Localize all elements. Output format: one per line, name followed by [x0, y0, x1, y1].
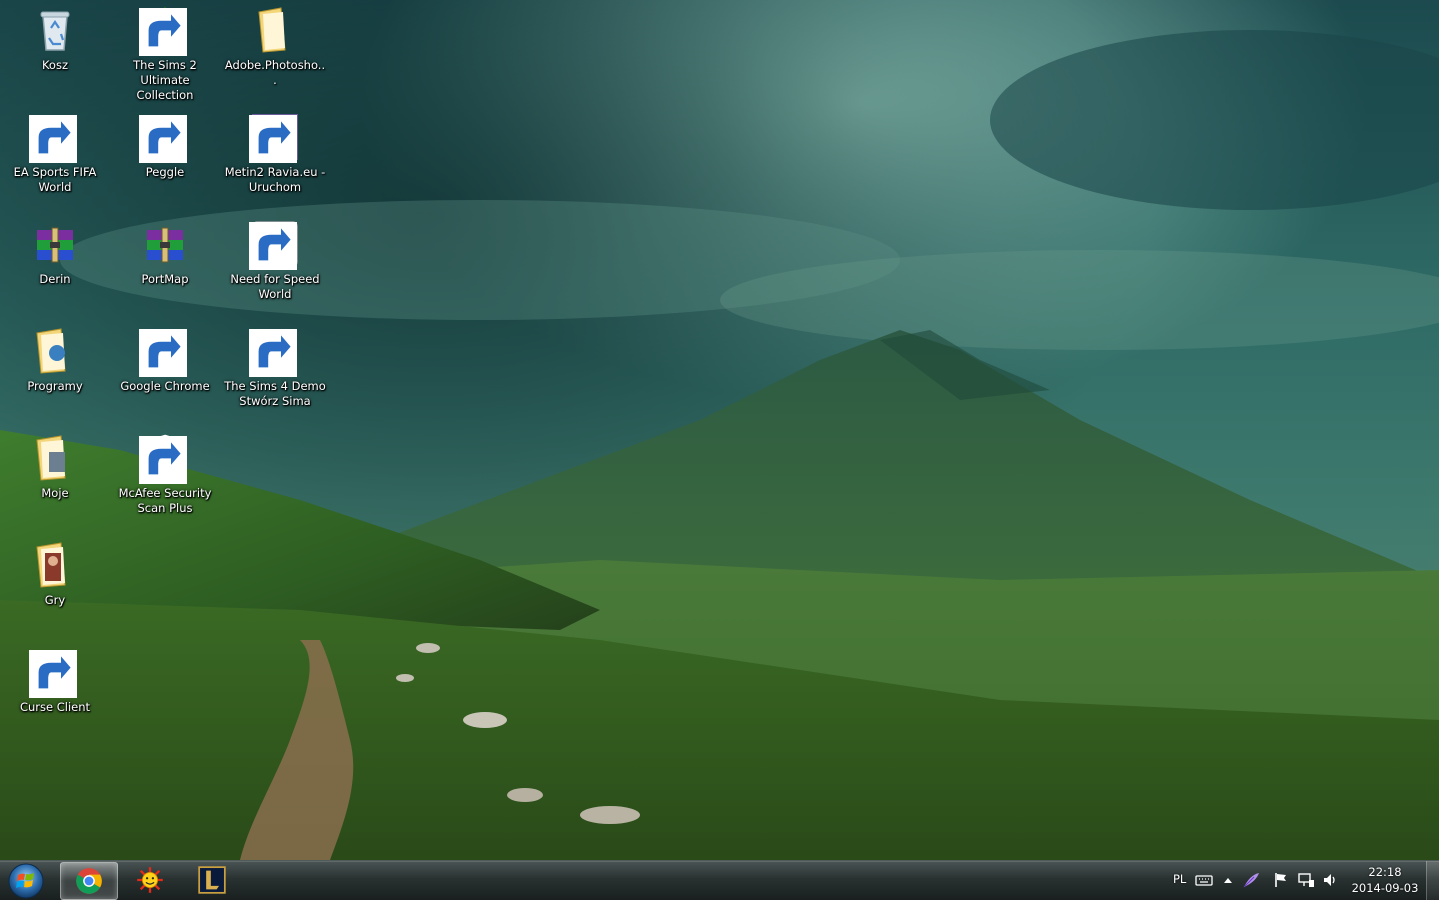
show-hidden-icons-arrow-icon[interactable]: [1219, 871, 1237, 889]
action-center-flag-icon[interactable]: [1272, 871, 1290, 889]
chrome-icon: [76, 868, 102, 894]
shortcut-arrow-icon: [29, 115, 77, 163]
desktop-icon-sims4-demo[interactable]: The Sims 4 Demo Stwórz Sima: [222, 323, 328, 427]
sims2-plumbob-icon: [139, 6, 189, 56]
desktop-icon-label: Curse Client: [19, 700, 91, 714]
winrar-archive-icon: [31, 220, 79, 268]
desktop-icon-derin[interactable]: Derin: [2, 216, 108, 320]
shortcut-arrow-icon: [29, 650, 77, 698]
recycle-bin-icon: [31, 6, 79, 54]
taskbar-league-of-legends-button[interactable]: [184, 862, 240, 898]
shortcut-arrow-icon: [139, 8, 187, 56]
desktop[interactable]: Kosz FW EA Sports FIFA World Derin Progr…: [0, 0, 1439, 860]
desktop-icon-peggle[interactable]: Peggle: [112, 109, 218, 213]
nfs-world-icon: [249, 220, 299, 270]
shortcut-arrow-icon: [139, 329, 187, 377]
desktop-icon-kosz[interactable]: Kosz: [2, 2, 108, 106]
folder-icon: [31, 327, 79, 375]
desktop-icon-gry[interactable]: Gry: [2, 537, 108, 641]
desktop-icon-label: Derin: [39, 272, 71, 286]
desktop-icon-curse-client[interactable]: Curse Client: [2, 644, 108, 748]
peggle-icon: [139, 113, 189, 163]
desktop-icon-adobe-photoshop[interactable]: Adobe.Photosho...: [222, 2, 328, 106]
desktop-icon-nfs-world[interactable]: Need for Speed World: [222, 216, 328, 320]
keyboard-icon[interactable]: [1195, 871, 1213, 889]
desktop-icon-label: The Sims 2 Ultimate Collection: [133, 58, 197, 102]
shortcut-arrow-icon: [249, 329, 297, 377]
desktop-icon-label: Adobe.Photosho...: [224, 58, 326, 87]
desktop-icon-label: EA Sports FIFA World: [13, 165, 97, 194]
desktop-icon-fifa-world[interactable]: FW EA Sports FIFA World: [2, 109, 108, 213]
mcafee-icon: M: [139, 434, 189, 484]
shortcut-arrow-icon: [139, 436, 187, 484]
desktop-icon-label: Metin2 Ravia.eu - Uruchom: [224, 165, 326, 194]
desktop-icon-mcafee[interactable]: M McAfee Security Scan Plus: [112, 430, 218, 534]
desktop-icon-label: Google Chrome: [120, 379, 210, 393]
start-button[interactable]: [4, 862, 48, 900]
chrome-icon: [139, 327, 189, 377]
taskbar-chrome-button[interactable]: [60, 862, 118, 900]
winrar-archive-icon: [141, 220, 189, 268]
desktop-icon-label: PortMap: [141, 272, 189, 286]
feather-icon[interactable]: [1242, 871, 1260, 889]
desktop-icon-label: The Sims 4 Demo Stwórz Sima: [224, 379, 326, 408]
desktop-icon-label: Moje: [41, 486, 69, 500]
desktop-icon-label: Programy: [27, 379, 83, 393]
desktop-icon-label: Need for Speed World: [230, 272, 320, 301]
folder-icon: [251, 6, 299, 54]
desktop-icon-portmap[interactable]: PortMap: [112, 216, 218, 320]
desktop-icon-label: Peggle: [145, 165, 185, 179]
taskbar-sun-app-button[interactable]: [122, 862, 178, 898]
network-icon[interactable]: [1297, 871, 1315, 889]
volume-icon[interactable]: [1321, 871, 1339, 889]
folder-icon: [31, 541, 79, 589]
desktop-icon-label: McAfee Security Scan Plus: [118, 486, 212, 515]
league-of-legends-icon: [198, 866, 226, 894]
curse-client-icon: [29, 648, 79, 698]
sims4-demo-icon: [249, 327, 299, 377]
windows-start-orb-icon: [8, 863, 44, 899]
desktop-icon-metin2[interactable]: A Metin2 Ravia.eu - Uruchom: [222, 109, 328, 213]
desktop-icon-google-chrome[interactable]: Google Chrome: [112, 323, 218, 427]
sun-smiley-icon: [137, 867, 163, 893]
desktop-icon-moje[interactable]: Moje: [2, 430, 108, 534]
desktop-icon-programy[interactable]: Programy: [2, 323, 108, 427]
shortcut-arrow-icon: [139, 115, 187, 163]
taskbar: PL 22:18 2014-09-03: [0, 860, 1439, 900]
shortcut-arrow-icon: [249, 115, 297, 163]
fifa-world-icon: FW: [29, 113, 79, 163]
shortcut-arrow-icon: [249, 222, 297, 270]
language-indicator[interactable]: PL: [1173, 872, 1186, 886]
clock-time: 22:18: [1368, 865, 1402, 879]
clock-date: 2014-09-03: [1351, 881, 1419, 895]
show-desktop-button[interactable]: [1426, 861, 1439, 900]
desktop-icon-label: Gry: [44, 593, 66, 607]
folder-icon: [31, 434, 79, 482]
desktop-icon-sims2-ultimate[interactable]: The Sims 2 Ultimate Collection: [112, 2, 218, 106]
desktop-icon-label: Kosz: [41, 58, 69, 72]
metin2-icon: A: [249, 113, 299, 163]
system-clock[interactable]: 22:18 2014-09-03: [1345, 864, 1425, 896]
